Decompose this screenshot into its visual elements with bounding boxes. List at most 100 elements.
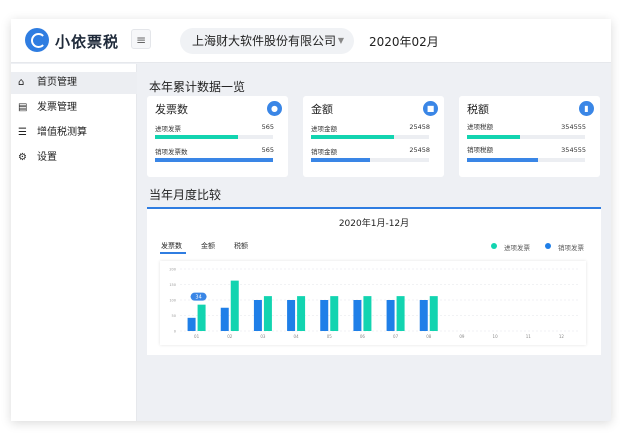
monthly-title: 当年月度比较 — [149, 188, 222, 202]
legend-swatch-input — [491, 243, 497, 249]
bar-input — [263, 296, 272, 331]
tab-invoice-count[interactable]: 发票数 — [161, 241, 182, 251]
logo-icon — [25, 28, 49, 52]
x-tick-label: 08 — [426, 334, 432, 339]
x-tick-label: 03 — [260, 334, 266, 339]
legend-label-output[interactable]: 销项发票 — [558, 242, 584, 252]
active-tab-indicator — [160, 252, 186, 254]
chart-title: 2020年1月-12月 — [338, 219, 410, 229]
progress-fill — [467, 158, 538, 162]
sidebar-item-settings[interactable]: ⚙ 设置 — [11, 147, 137, 169]
bar-input — [230, 280, 239, 331]
progress-fill — [155, 158, 273, 162]
layers-icon: ☰ — [18, 127, 27, 138]
card-tax: 税额 ▮ 进项税额 354555 销项税额 354555 — [459, 96, 600, 177]
bar-output — [419, 300, 428, 331]
x-tick-label: 05 — [327, 334, 333, 339]
bar-input — [363, 296, 372, 331]
metric-value: 25458 — [409, 123, 430, 131]
y-tick-label: 100 — [169, 299, 176, 303]
sidebar-item-vat[interactable]: ☰ 增值税测算 — [11, 122, 137, 144]
bar-input — [197, 304, 206, 331]
x-tick-label: 07 — [393, 334, 399, 339]
bar-output — [253, 300, 262, 331]
card-title: 税额 — [467, 103, 489, 116]
card-amount: 金额 ■ 进项金额 25458 销项金额 25458 — [303, 96, 444, 177]
summary-title: 本年累计数据一览 — [149, 80, 246, 94]
gear-icon: ⚙ — [18, 152, 27, 163]
card-invoice-count: 发票数 ● 进项发票 565 销项发票数 565 — [147, 96, 288, 177]
sidebar-item-invoices[interactable]: ▤ 发票管理 — [11, 97, 137, 119]
progress-fill — [311, 158, 370, 162]
sidebar-item-label: 首页管理 — [37, 77, 77, 88]
metric-label: 销项金额 — [311, 148, 337, 156]
progress-bar — [311, 158, 429, 162]
chevron-down-icon: ▼ — [337, 36, 344, 45]
bar-output — [187, 317, 196, 331]
metric-value: 565 — [261, 123, 274, 131]
bar-input — [396, 296, 405, 331]
home-icon: ⌂ — [18, 77, 25, 88]
progress-bar — [155, 135, 273, 139]
circle-icon: ● — [267, 101, 282, 116]
progress-fill — [311, 135, 394, 139]
top-header: 小依票税 ≡ 上海财大软件股份有限公司 ▼ 2020年02月 — [11, 19, 611, 63]
sidebar-item-label: 发票管理 — [37, 102, 77, 113]
bookmark-icon: ▮ — [579, 101, 594, 116]
y-tick-label: 200 — [169, 268, 176, 272]
card-title: 金额 — [311, 103, 333, 116]
sidebar-item-home[interactable]: ⌂ 首页管理 — [11, 72, 137, 94]
monthly-chart-panel: 2020年1月-12月 发票数 金额 税额 进项发票 销项发票 200 150 10… — [147, 207, 601, 355]
bar-output — [287, 300, 296, 331]
x-tick-label: 02 — [227, 334, 233, 339]
metric-value: 25458 — [409, 146, 430, 154]
legend-label-input[interactable]: 进项发票 — [504, 242, 530, 252]
y-tick-label: 50 — [172, 314, 176, 318]
metric-label: 销项发票数 — [155, 148, 188, 156]
legend-swatch-output — [545, 243, 551, 249]
metric-label: 进项金额 — [311, 125, 337, 133]
metric-value: 565 — [261, 146, 274, 154]
bar-output — [386, 300, 395, 331]
x-tick-label: 10 — [493, 334, 499, 339]
sidebar: ⌂ 首页管理 ▤ 发票管理 ☰ 增值税测算 ⚙ 设置 — [11, 64, 137, 421]
invoice-icon: ▤ — [18, 102, 28, 113]
metric-label: 进项发票 — [155, 125, 181, 133]
x-tick-label: 04 — [294, 334, 300, 339]
metric-value: 354555 — [561, 146, 586, 154]
logo-text: 小依票税 — [55, 33, 120, 51]
metric-label: 销项税额 — [467, 146, 493, 154]
progress-bar — [155, 158, 273, 162]
x-tick-label: 11 — [526, 334, 532, 339]
bar-input — [330, 296, 339, 331]
tab-amount[interactable]: 金额 — [201, 241, 215, 251]
menu-icon[interactable]: ≡ — [131, 29, 151, 49]
current-period[interactable]: 2020年02月 — [369, 33, 439, 50]
bar-chart-svg: 200 150 100 50 0 01 02 03 04 05 06 07 08 09 10 11 12 34 — [169, 268, 578, 339]
x-tick-label: 12 — [559, 334, 565, 339]
sidebar-item-label: 设置 — [37, 152, 57, 163]
card-title: 发票数 — [155, 103, 188, 116]
progress-bar — [467, 135, 585, 139]
tooltip-value: 34 — [195, 294, 201, 300]
x-tick-label: 09 — [459, 334, 465, 339]
lock-icon: ■ — [423, 101, 438, 116]
y-tick-label: 0 — [174, 330, 176, 334]
sidebar-item-label: 增值税测算 — [37, 127, 87, 138]
x-tick-label: 06 — [360, 334, 366, 339]
app-window: 小依票税 ≡ 上海财大软件股份有限公司 ▼ 2020年02月 ⌂ 首页管理 ▤ … — [11, 19, 611, 421]
bar-input — [429, 296, 438, 331]
bar-output — [220, 307, 229, 331]
progress-fill — [467, 135, 521, 139]
y-tick-label: 150 — [169, 283, 176, 287]
bar-output — [320, 300, 329, 331]
progress-bar — [467, 158, 585, 162]
tab-tax[interactable]: 税额 — [234, 241, 248, 251]
progress-bar — [311, 135, 429, 139]
bar-chart: 200 150 100 50 0 01 02 03 04 05 06 07 08 09 10 11 12 34 — [160, 261, 586, 345]
company-select[interactable]: 上海财大软件股份有限公司 ▼ — [180, 28, 354, 54]
metric-value: 354555 — [561, 123, 586, 131]
metric-label: 进项税额 — [467, 123, 493, 131]
company-name: 上海财大软件股份有限公司 — [192, 34, 337, 48]
progress-fill — [155, 135, 238, 139]
